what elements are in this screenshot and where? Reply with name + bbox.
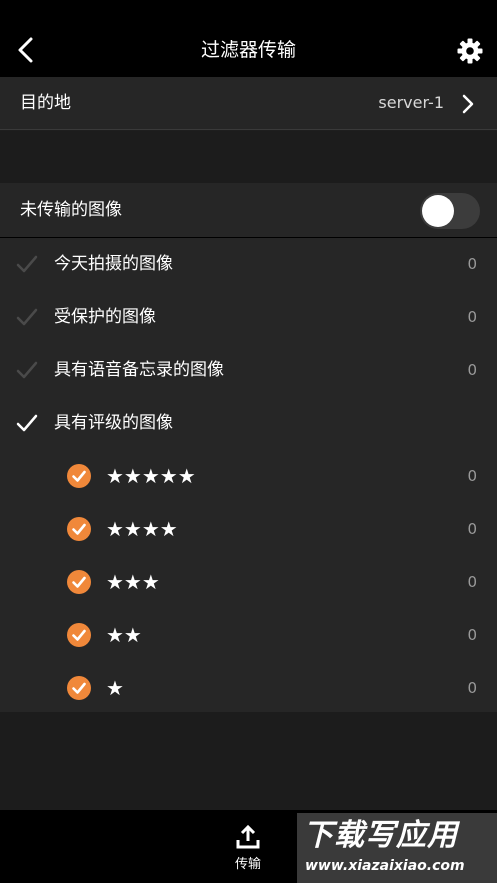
filter-count: 0: [467, 308, 477, 326]
rating-count: 0: [467, 679, 477, 697]
destination-value: server-1: [378, 93, 444, 112]
orange-check-icon: [67, 676, 91, 700]
rating-stars: ★★★: [106, 570, 160, 594]
filter-protected[interactable]: 受保护的图像 0: [0, 291, 497, 344]
nav-bar: 过滤器传输: [0, 0, 497, 77]
filter-label: 具有语音备忘录的图像: [54, 360, 224, 380]
untransferred-toggle[interactable]: [420, 193, 480, 229]
checkmark-icon: [16, 361, 38, 379]
rating-stars: ★★: [106, 623, 142, 647]
empty-area: [0, 712, 497, 810]
filter-label: 今天拍摄的图像: [54, 254, 173, 274]
rating-1-star[interactable]: ★ 0: [0, 662, 497, 715]
transfer-label: 传输: [234, 857, 261, 872]
destination-row[interactable]: 目的地 server-1: [0, 77, 497, 130]
filter-label: 受保护的图像: [54, 307, 156, 327]
orange-check-icon: [67, 517, 91, 541]
rating-count: 0: [467, 573, 477, 591]
checkmark-icon: [16, 414, 38, 432]
filter-label: 具有评级的图像: [54, 413, 173, 433]
filter-today[interactable]: 今天拍摄的图像 0: [0, 238, 497, 291]
orange-check-icon: [67, 623, 91, 647]
watermark-logo: 下载写应用 www.xiazaixiao.com: [297, 813, 497, 883]
section-gap: [0, 131, 497, 183]
rating-stars: ★: [106, 676, 124, 700]
filter-count: 0: [467, 361, 477, 379]
watermark-url: www.xiazaixiao.com: [305, 858, 465, 874]
filter-voice-memo[interactable]: 具有语音备忘录的图像 0: [0, 344, 497, 397]
untransferred-row: 未传输的图像: [0, 183, 497, 238]
toggle-knob: [422, 195, 454, 227]
checkmark-icon: [16, 308, 38, 326]
chevron-right-icon: [462, 94, 474, 114]
checkmark-icon: [16, 255, 38, 273]
watermark-title: 下载写应用: [303, 818, 458, 853]
rating-4-stars[interactable]: ★★★★ 0: [0, 503, 497, 556]
orange-check-icon: [67, 570, 91, 594]
rating-3-stars[interactable]: ★★★ 0: [0, 556, 497, 609]
rating-count: 0: [467, 467, 477, 485]
gear-icon[interactable]: [456, 37, 484, 65]
page-title: 过滤器传输: [200, 39, 296, 61]
orange-check-icon: [67, 464, 91, 488]
transfer-button[interactable]: 传输: [224, 824, 272, 876]
upload-icon: [236, 824, 260, 849]
untransferred-label: 未传输的图像: [20, 200, 122, 220]
rating-5-stars[interactable]: ★★★★★ 0: [0, 450, 497, 503]
destination-label: 目的地: [20, 93, 71, 113]
rating-stars: ★★★★★: [106, 464, 196, 488]
filter-rated[interactable]: 具有评级的图像: [0, 397, 497, 450]
rating-count: 0: [467, 520, 477, 538]
filter-count: 0: [467, 255, 477, 273]
rating-stars: ★★★★: [106, 517, 178, 541]
rating-count: 0: [467, 626, 477, 644]
filter-list: 今天拍摄的图像 0 受保护的图像 0 具有语音备忘录的图像 0 具有评级的图像 …: [0, 238, 497, 712]
rating-2-stars[interactable]: ★★ 0: [0, 609, 497, 662]
